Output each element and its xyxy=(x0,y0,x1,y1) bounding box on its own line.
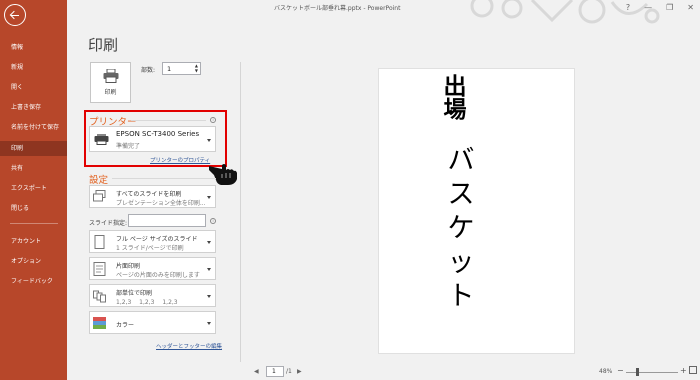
nav-item-print[interactable]: 印刷 xyxy=(0,141,67,156)
heading-rule xyxy=(112,178,216,179)
setting-label: すべてのスライドを印刷 xyxy=(116,191,182,198)
zoom-slider[interactable] xyxy=(626,372,678,373)
zoom-slider-thumb[interactable] xyxy=(636,368,639,376)
nav-item-info[interactable]: 情報 xyxy=(0,40,67,55)
help-icon[interactable]: ? xyxy=(626,3,630,12)
settings-heading: 設定 xyxy=(89,175,109,186)
setting-label: フル ページ サイズのスライド xyxy=(116,236,198,243)
nav-item-share[interactable]: 共有 xyxy=(0,161,67,176)
chevron-down-icon xyxy=(207,295,211,298)
one-sided-icon xyxy=(93,262,106,276)
info-icon[interactable]: i xyxy=(210,218,216,224)
color-icon xyxy=(93,317,106,329)
printer-status: 準備完了 xyxy=(116,143,141,150)
setting-label: 部単位で印刷 xyxy=(116,290,153,297)
nav-item-close[interactable]: 閉じる xyxy=(0,201,67,216)
page-number: 1 xyxy=(272,368,276,375)
zoom-out-icon[interactable]: − xyxy=(617,366,624,375)
zoom-level: 48% xyxy=(599,368,613,375)
heading-rule xyxy=(131,120,206,121)
copies-field[interactable]: 1 ▲ ▼ xyxy=(162,62,201,75)
printer-dropdown[interactable]: EPSON SC-T3400 Series 準備完了 xyxy=(89,126,216,152)
back-arrow-icon[interactable] xyxy=(4,4,26,26)
slides-label: スライド指定: xyxy=(89,220,128,227)
nav-divider xyxy=(10,223,58,224)
nav-item-account[interactable]: アカウント xyxy=(0,234,67,249)
setting-label: カラー xyxy=(116,322,135,329)
fit-to-window-icon[interactable] xyxy=(689,366,697,374)
slides-icon xyxy=(93,190,106,202)
backstage-nav: 情報 新規 開く 上書き保存 名前を付けて保存 印刷 共有 エクスポート 閉じる… xyxy=(0,0,67,380)
setting-label: 片面印刷 xyxy=(116,263,141,270)
page-total: /1 xyxy=(286,368,292,375)
slide-text-line-1: 出場 xyxy=(443,74,467,123)
nav-item-new[interactable]: 新規 xyxy=(0,60,67,75)
setting-description: プレゼンテーション全体を印刷... xyxy=(116,200,206,207)
collate-dropdown[interactable]: 部単位で印刷 1,2,3 1,2,3 1,2,3 xyxy=(89,284,216,307)
chevron-down-icon xyxy=(207,139,211,142)
close-button[interactable]: ✕ xyxy=(687,3,694,12)
spin-down-icon[interactable]: ▼ xyxy=(195,69,198,73)
print-button[interactable]: 印刷 xyxy=(90,62,131,103)
collate-icon xyxy=(93,290,106,303)
nav-item-export[interactable]: エクスポート xyxy=(0,181,67,196)
hand-pointer-icon xyxy=(209,164,237,185)
slide-text-line-2: バスケット xyxy=(447,145,475,312)
nav-item-options[interactable]: オプション xyxy=(0,254,67,269)
printer-properties-link[interactable]: プリンターのプロパティ xyxy=(150,156,210,164)
printer-icon xyxy=(103,69,119,83)
header-footer-link[interactable]: ヘッダーとフッターの編集 xyxy=(156,342,222,350)
layout-dropdown[interactable]: フル ページ サイズのスライド 1 スライド/ページで印刷 xyxy=(89,230,216,253)
setting-description: 1 スライド/ページで印刷 xyxy=(116,245,184,252)
print-range-dropdown[interactable]: すべてのスライドを印刷 プレゼンテーション全体を印刷... xyxy=(89,185,216,208)
page-icon xyxy=(94,235,105,249)
prev-page-icon[interactable]: ◀ xyxy=(254,368,259,375)
restore-button[interactable]: ❐ xyxy=(666,3,673,12)
slides-input[interactable] xyxy=(128,214,206,227)
window-controls: ? — ❐ ✕ xyxy=(626,3,694,12)
chevron-down-icon xyxy=(207,241,211,244)
setting-description: 1,2,3 1,2,3 1,2,3 xyxy=(116,299,178,306)
chevron-down-icon xyxy=(207,322,211,325)
panel-divider xyxy=(240,62,241,362)
chevron-down-icon xyxy=(207,268,211,271)
document-title: バスケットボール部垂れ幕.pptx - PowerPoint xyxy=(274,5,401,12)
color-dropdown[interactable]: カラー xyxy=(89,311,216,334)
title-bar: バスケットボール部垂れ幕.pptx - PowerPoint ? — ❐ ✕ xyxy=(67,0,700,24)
setting-description: ページの片面のみを印刷します xyxy=(116,272,200,279)
copies-value: 1 xyxy=(167,65,172,73)
copies-label: 部数: xyxy=(141,67,156,74)
nav-item-feedback[interactable]: フィードバック xyxy=(0,274,67,289)
nav-item-save-as[interactable]: 名前を付けて保存 xyxy=(0,120,67,135)
page-number-field[interactable]: 1 xyxy=(266,366,284,377)
nav-item-open[interactable]: 開く xyxy=(0,80,67,95)
printer-icon xyxy=(94,134,109,145)
sides-dropdown[interactable]: 片面印刷 ページの片面のみを印刷します xyxy=(89,257,216,280)
zoom-in-icon[interactable]: + xyxy=(680,366,687,375)
print-button-label: 印刷 xyxy=(104,89,117,96)
info-icon[interactable]: i xyxy=(210,117,216,123)
printer-name: EPSON SC-T3400 Series xyxy=(116,130,200,138)
next-page-icon[interactable]: ▶ xyxy=(297,368,302,375)
chevron-down-icon xyxy=(207,196,211,199)
page-title: 印刷 xyxy=(88,36,119,54)
nav-item-save[interactable]: 上書き保存 xyxy=(0,100,67,115)
minimize-button[interactable]: — xyxy=(644,3,652,12)
